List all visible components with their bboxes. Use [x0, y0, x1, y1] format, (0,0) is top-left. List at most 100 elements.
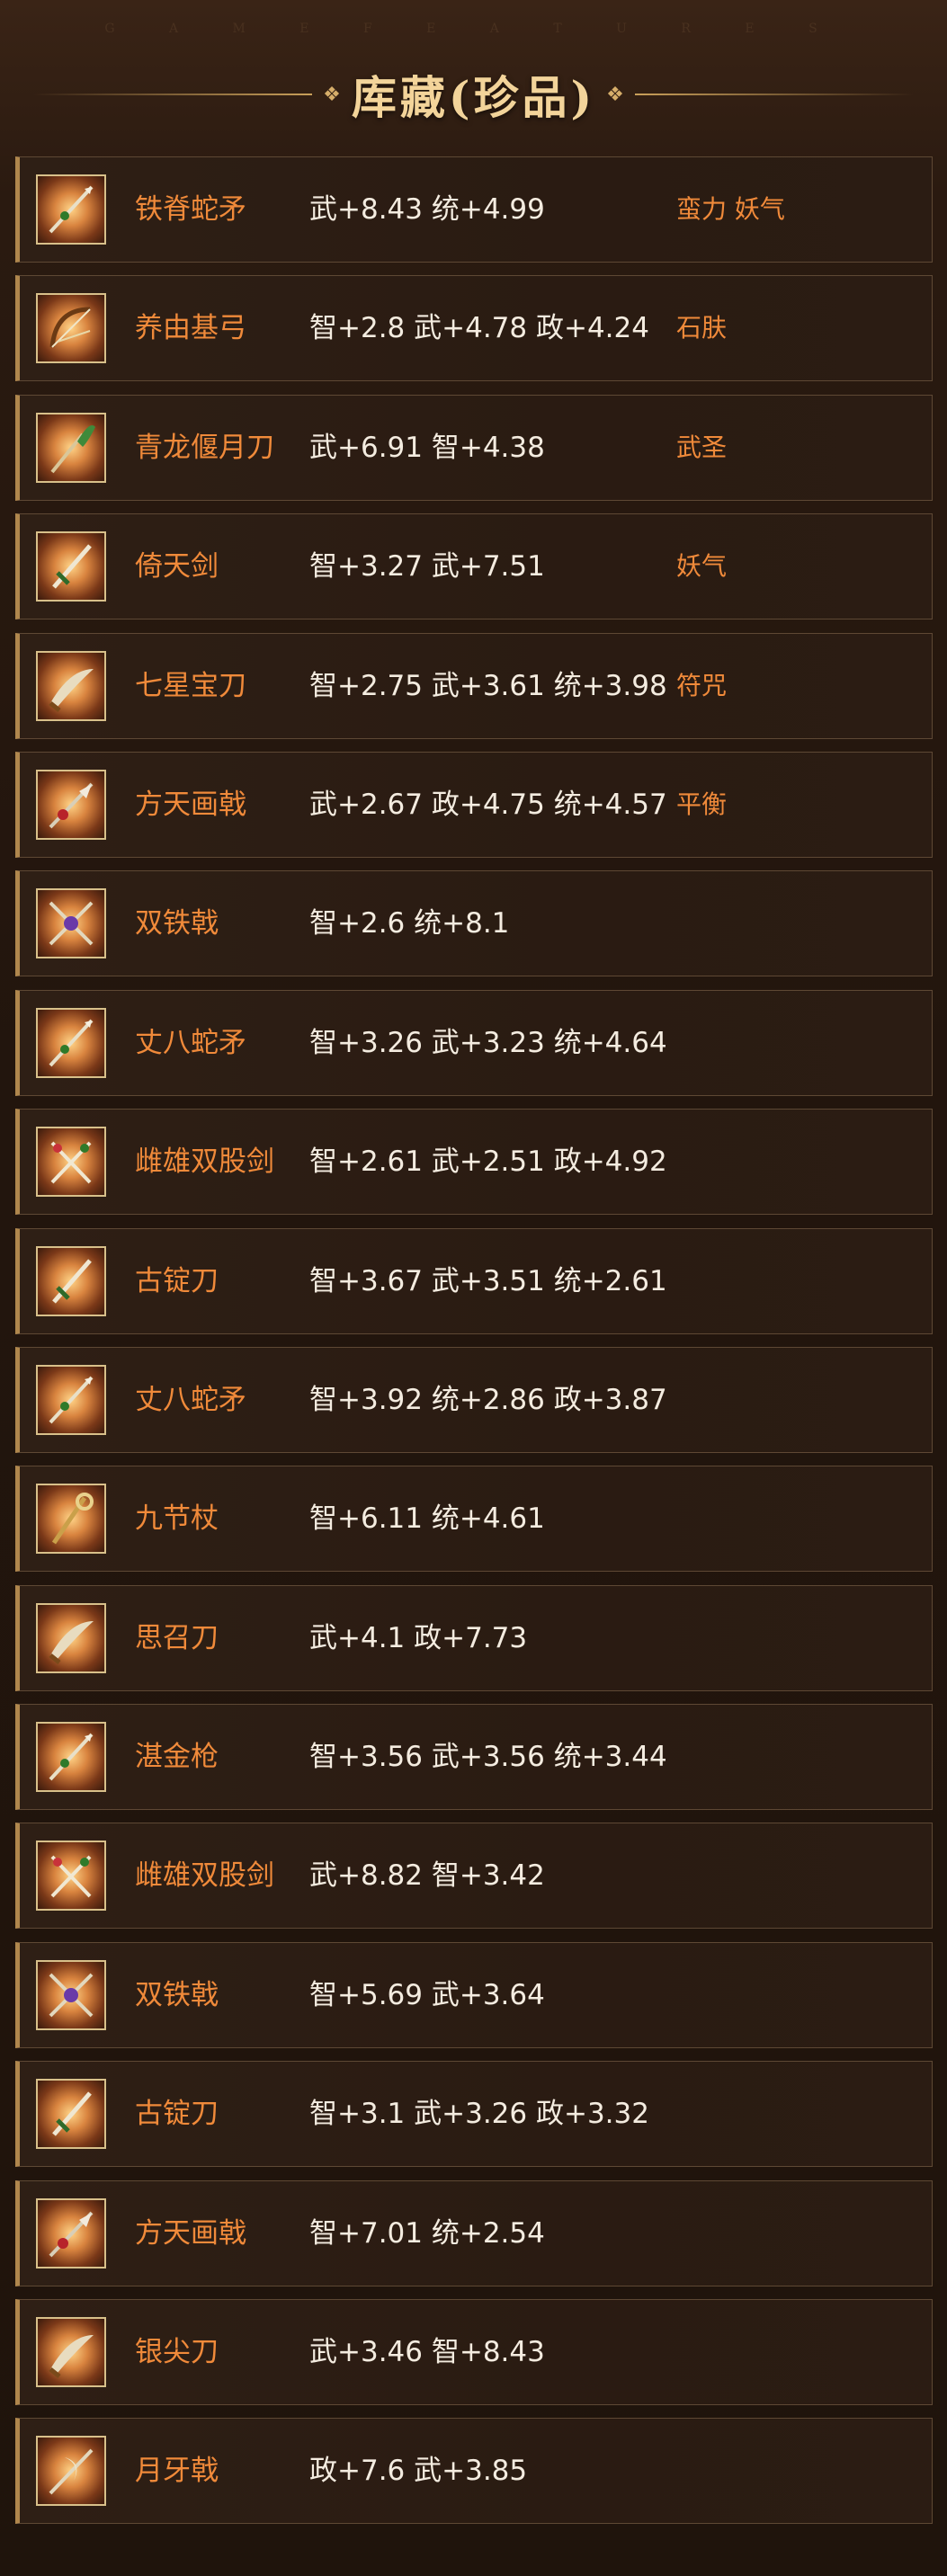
- item-name: 古锭刀: [135, 1264, 219, 1297]
- list-item[interactable]: 双铁戟 智+5.69 武+3.64: [15, 1941, 933, 2048]
- page: G A M E F E A T U R E S ❖ 库藏(珍品) ❖ 铁脊蛇矛武…: [0, 0, 947, 2576]
- section-header: ❖ 库藏(珍品) ❖: [0, 63, 947, 126]
- item-icon-frame: [36, 650, 106, 721]
- item-traits: 石肤: [676, 313, 728, 343]
- item-icon-frame: [36, 1841, 106, 1912]
- twin-sword-icon: [50, 1141, 92, 1184]
- list-item[interactable]: 月牙戟 政+7.6 武+3.85: [15, 2418, 933, 2525]
- page-title: 库藏(珍品): [351, 71, 596, 124]
- item-icon-frame: [36, 412, 106, 483]
- item-name: 丈八蛇矛: [135, 1383, 246, 1416]
- item-stats: 武+2.67 政+4.75 统+4.57: [309, 788, 667, 821]
- item-stats: 智+3.26 武+3.23 统+4.64: [309, 1026, 667, 1059]
- list-item[interactable]: 养由基弓 智+2.8 武+4.78 政+4.24 石肤: [15, 275, 933, 382]
- item-stats: 武+8.82 智+3.42: [309, 1859, 545, 1893]
- list-item[interactable]: 双铁戟 智+2.6 统+8.1: [15, 870, 933, 977]
- item-stats: 智+3.1 武+3.26 政+3.32: [309, 2098, 649, 2131]
- item-traits: 妖气: [676, 551, 728, 582]
- list-item[interactable]: 雌雄双股剑 智+2.61 武+2.51 政+4.92: [15, 1109, 933, 1216]
- item-icon-frame: [36, 174, 106, 245]
- header-divider-left: [33, 94, 313, 95]
- list-item[interactable]: 方天画戟 武+2.67 政+4.75 统+4.57 平衡: [15, 751, 933, 858]
- item-icon-frame: [36, 769, 106, 840]
- list-item[interactable]: 铁脊蛇矛 武+8.43 统+4.99 蛮力 妖气: [15, 156, 933, 263]
- item-name: 倚天剑: [135, 550, 219, 584]
- item-stats: 智+3.27 武+7.51: [309, 550, 545, 584]
- item-icon-frame: [36, 2197, 106, 2268]
- item-name: 古锭刀: [135, 2098, 219, 2131]
- list-item[interactable]: 九节杖 智+6.11 统+4.61: [15, 1466, 933, 1573]
- header-watermark: G A M E F E A T U R E S: [104, 22, 843, 36]
- item-name: 月牙戟: [135, 2455, 219, 2488]
- list-item[interactable]: 思召刀 武+4.1 政+7.73: [15, 1584, 933, 1691]
- halberd-icon: [49, 2211, 94, 2258]
- item-traits: 武圣: [676, 432, 728, 462]
- list-item[interactable]: 雌雄双股剑 武+8.82 智+3.42: [15, 1823, 933, 1930]
- staff-icon: [51, 1493, 94, 1545]
- sword-icon: [52, 1258, 92, 1304]
- item-icon-frame: [36, 1602, 106, 1673]
- item-traits: 平衡: [676, 789, 728, 819]
- list-item[interactable]: 古锭刀 智+3.67 武+3.51 统+2.61: [15, 1227, 933, 1334]
- spear-icon: [49, 1019, 94, 1067]
- blade-icon: [49, 668, 94, 712]
- item-name: 方天画戟: [135, 2216, 246, 2250]
- item-name: 雌雄双股剑: [135, 1145, 274, 1179]
- item-stats: 智+3.67 武+3.51 统+2.61: [309, 1264, 667, 1297]
- halberd-icon: [49, 782, 94, 829]
- item-name: 养由基弓: [135, 312, 246, 345]
- twin-halberd-icon: [49, 1973, 94, 2018]
- list-item[interactable]: 银尖刀 武+3.46 智+8.43: [15, 2299, 933, 2406]
- item-stats: 智+6.11 统+4.61: [309, 1502, 545, 1536]
- crescent-halberd-icon: [49, 2449, 94, 2495]
- item-icon-frame: [36, 1007, 106, 1078]
- item-name: 铁脊蛇矛: [135, 193, 246, 226]
- item-icon-frame: [36, 2317, 106, 2388]
- item-name: 银尖刀: [135, 2336, 219, 2369]
- item-name: 双铁戟: [135, 907, 219, 940]
- item-stats: 智+2.6 统+8.1: [309, 907, 510, 940]
- item-name: 方天画戟: [135, 788, 246, 821]
- item-icon-frame: [36, 1364, 106, 1435]
- item-stats: 政+7.6 武+3.85: [309, 2455, 528, 2488]
- list-item[interactable]: 七星宝刀 智+2.75 武+3.61 统+3.98 符咒: [15, 632, 933, 739]
- item-icon-frame: [36, 293, 106, 364]
- item-stats: 智+3.92 统+2.86 政+3.87: [309, 1383, 667, 1416]
- treasure-list: 铁脊蛇矛 武+8.43 统+4.99 蛮力 妖气 养由基弓 智+2.8 武+4.78 政…: [15, 156, 933, 2537]
- item-icon-frame: [36, 1722, 106, 1793]
- item-stats: 武+4.1 政+7.73: [309, 1621, 528, 1654]
- item-icon-frame: [36, 1245, 106, 1316]
- list-item[interactable]: 倚天剑 智+3.27 武+7.51 妖气: [15, 513, 933, 620]
- item-stats: 武+6.91 智+4.38: [309, 431, 545, 464]
- item-stats: 智+3.56 武+3.56 统+3.44: [309, 1741, 667, 1774]
- blade-icon: [49, 2335, 94, 2378]
- list-item[interactable]: 方天画戟 智+7.01 统+2.54: [15, 2179, 933, 2286]
- item-stats: 智+5.69 武+3.64: [309, 1978, 545, 2011]
- item-stats: 智+2.8 武+4.78 政+4.24: [309, 312, 649, 345]
- item-stats: 智+7.01 统+2.54: [309, 2216, 545, 2250]
- list-item[interactable]: 青龙偃月刀 武+6.91 智+4.38 武圣: [15, 394, 933, 501]
- item-name: 思召刀: [135, 1621, 219, 1654]
- item-traits: 符咒: [676, 670, 728, 700]
- item-icon-frame: [36, 2079, 106, 2150]
- item-name: 青龙偃月刀: [135, 431, 274, 464]
- item-name: 双铁戟: [135, 1978, 219, 2011]
- sword-icon: [52, 2091, 92, 2136]
- item-name: 丈八蛇矛: [135, 1026, 246, 1059]
- item-icon-frame: [36, 888, 106, 959]
- item-name: 九节杖: [135, 1502, 219, 1536]
- twin-halberd-icon: [49, 901, 94, 946]
- list-item[interactable]: 湛金枪 智+3.56 武+3.56 统+3.44: [15, 1704, 933, 1811]
- sword-icon: [52, 544, 92, 589]
- list-item[interactable]: 丈八蛇矛 智+3.26 武+3.23 统+4.64: [15, 989, 933, 1096]
- item-stats: 武+8.43 统+4.99: [309, 193, 545, 226]
- blade-icon: [49, 1620, 94, 1664]
- item-stats: 智+2.75 武+3.61 统+3.98: [309, 669, 667, 702]
- twin-sword-icon: [50, 1856, 92, 1898]
- item-icon-frame: [36, 1484, 106, 1555]
- list-item[interactable]: 古锭刀 智+3.1 武+3.26 政+3.32: [15, 2061, 933, 2168]
- ornament-left-icon: ❖: [323, 83, 341, 106]
- glaive-icon: [50, 424, 95, 474]
- item-name: 湛金枪: [135, 1741, 219, 1774]
- list-item[interactable]: 丈八蛇矛 智+3.92 统+2.86 政+3.87: [15, 1346, 933, 1453]
